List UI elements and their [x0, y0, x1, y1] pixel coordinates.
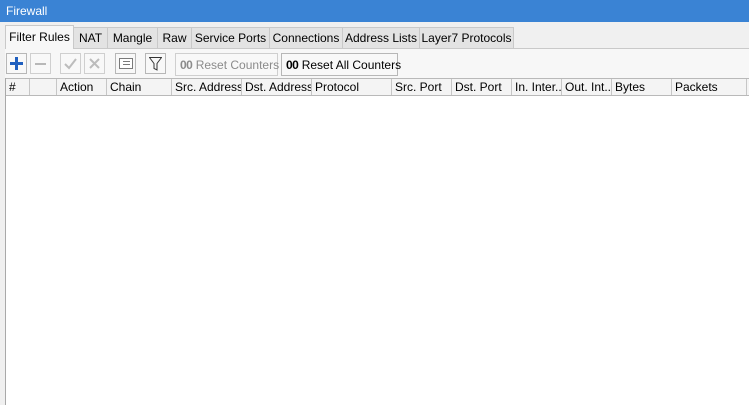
counter-icon: 00	[286, 58, 299, 72]
column-header-action[interactable]: Action	[57, 79, 107, 95]
window-title-bar[interactable]: Firewall	[0, 0, 749, 22]
column-header-dst-address[interactable]: Dst. Address	[242, 79, 312, 95]
tab-service-ports[interactable]: Service Ports	[191, 27, 270, 48]
plus-icon	[10, 57, 23, 70]
tab-label: Service Ports	[194, 31, 267, 45]
rules-table[interactable]: # Action Chain Src. Address Dst. Address…	[5, 78, 749, 405]
column-header-in-interface[interactable]: In. Inter...	[512, 79, 562, 95]
column-header-dst-port[interactable]: Dst. Port	[452, 79, 512, 95]
reset-counters-label: Reset Counters	[195, 58, 280, 72]
comment-icon	[118, 58, 133, 69]
x-icon	[89, 58, 100, 69]
tab-filter-rules[interactable]: Filter Rules	[5, 25, 74, 49]
tab-nat[interactable]: NAT	[73, 27, 108, 48]
counter-icon: 00	[180, 58, 193, 72]
toolbar: 00 Reset Counters 00 Reset All Counters	[5, 49, 749, 78]
tab-label: Raw	[162, 31, 187, 45]
filter-button[interactable]	[145, 53, 166, 74]
tab-label: Filter Rules	[9, 30, 70, 44]
minus-icon	[35, 63, 46, 65]
tab-mangle[interactable]: Mangle	[107, 27, 158, 48]
reset-all-counters-button[interactable]: 00 Reset All Counters	[281, 53, 402, 76]
funnel-icon	[149, 56, 162, 71]
reset-all-counters-label: Reset All Counters	[301, 58, 402, 72]
column-header-src-port[interactable]: Src. Port	[392, 79, 452, 95]
column-header-bytes[interactable]: Bytes	[612, 79, 672, 95]
tab-label: Layer7 Protocols	[421, 31, 512, 45]
column-header-out-interface[interactable]: Out. Int...	[562, 79, 612, 95]
tab-raw[interactable]: Raw	[157, 27, 192, 48]
table-body	[6, 96, 749, 405]
window-title: Firewall	[6, 4, 48, 18]
tab-bar: Filter Rules NAT Mangle Raw Service Port…	[5, 25, 749, 49]
add-button[interactable]	[6, 53, 27, 74]
tab-label: NAT	[78, 31, 103, 45]
tab-label: Address Lists	[344, 31, 418, 45]
tab-connections[interactable]: Connections	[269, 27, 343, 48]
column-header-flags[interactable]	[30, 79, 57, 95]
tab-label: Connections	[272, 31, 340, 45]
table-header: # Action Chain Src. Address Dst. Address…	[6, 78, 749, 96]
column-header-chain[interactable]: Chain	[107, 79, 172, 95]
column-header-packets[interactable]: Packets	[672, 79, 747, 95]
column-header-src-address[interactable]: Src. Address	[172, 79, 242, 95]
column-header-number[interactable]: #	[6, 79, 30, 95]
tab-label: Mangle	[112, 31, 153, 45]
disable-button[interactable]	[84, 53, 105, 74]
enable-button[interactable]	[60, 53, 81, 74]
tab-layer7-protocols[interactable]: Layer7 Protocols	[419, 27, 514, 48]
comment-button[interactable]	[115, 53, 136, 74]
remove-button[interactable]	[30, 53, 51, 74]
tab-address-lists[interactable]: Address Lists	[342, 27, 420, 48]
check-icon	[64, 58, 77, 70]
column-header-protocol[interactable]: Protocol	[312, 79, 392, 95]
reset-counters-button[interactable]: 00 Reset Counters	[175, 53, 280, 76]
